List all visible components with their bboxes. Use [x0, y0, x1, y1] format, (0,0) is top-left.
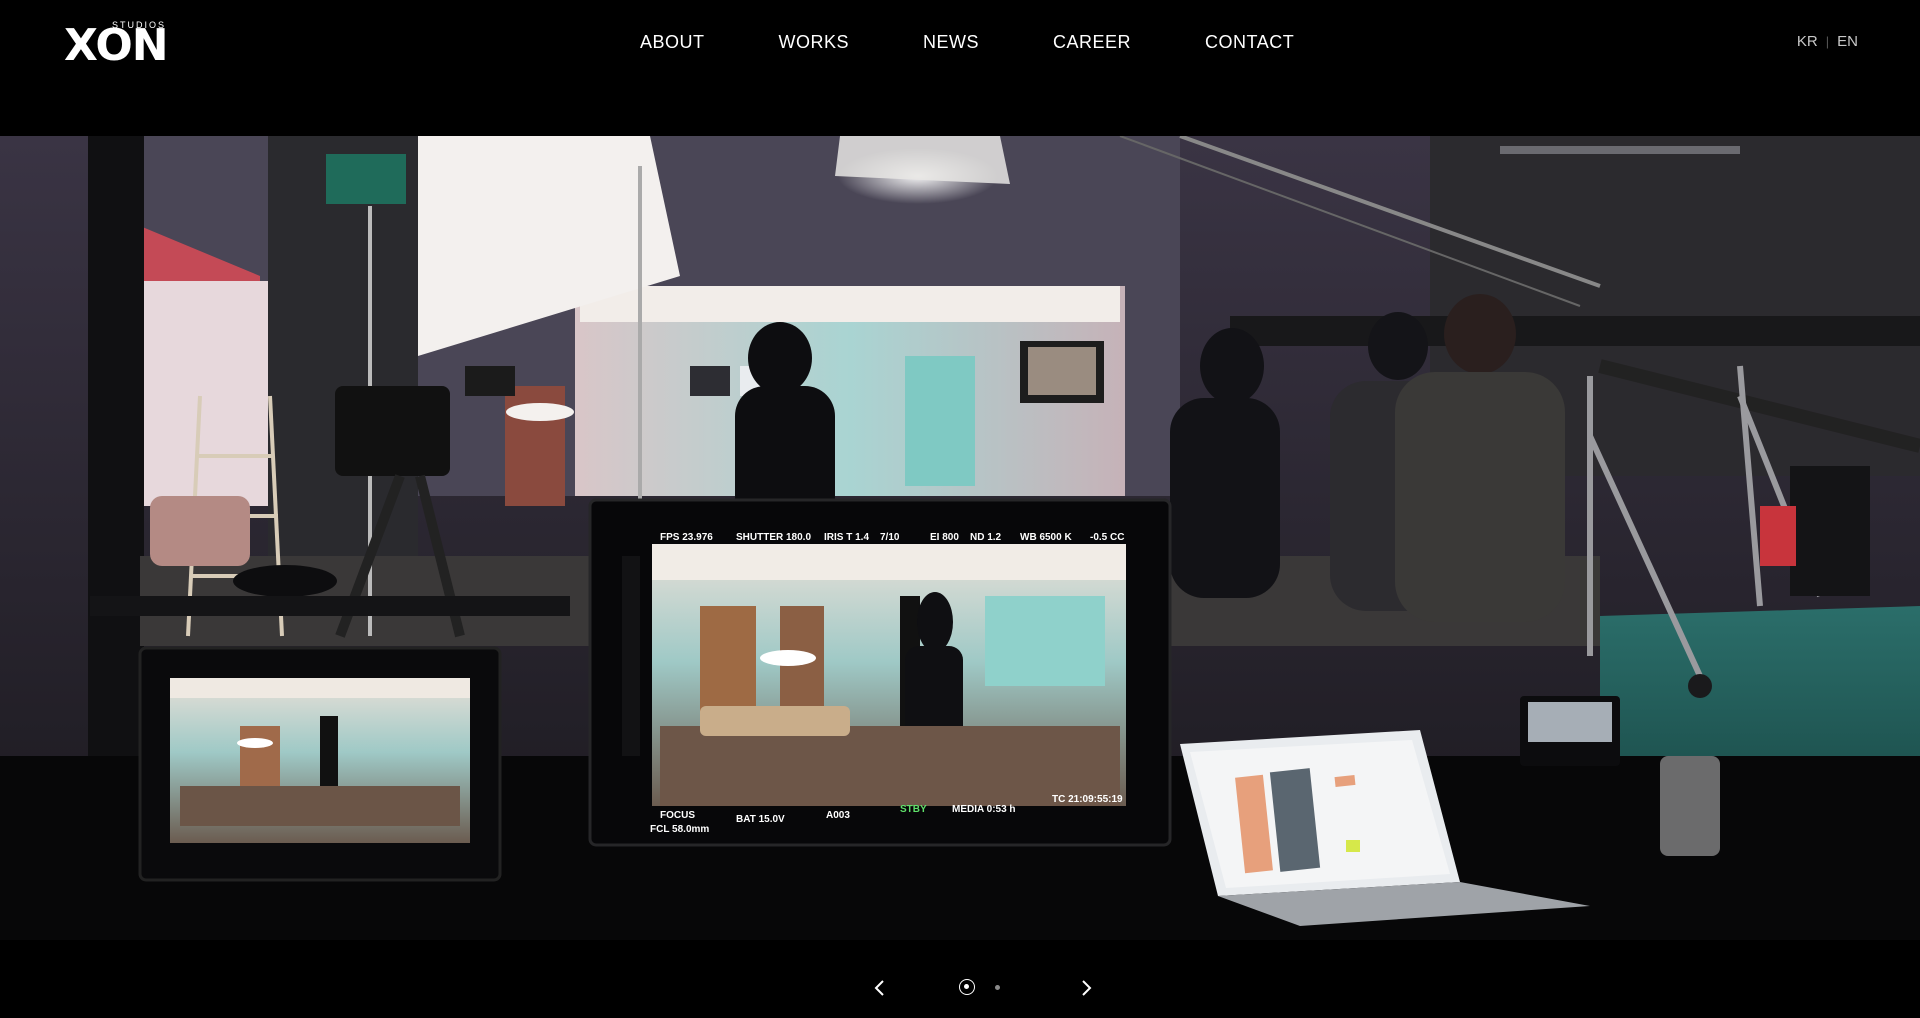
hud-focus: FOCUS [660, 810, 695, 821]
language-switcher: KR | EN [1797, 33, 1858, 50]
hud-nd: ND 1.2 [970, 532, 1002, 543]
hud-fcl: FCL 58.0mm [650, 824, 709, 835]
carousel-controls [0, 968, 1920, 1008]
site-header: STUDIOS XON ABOUT WORKS NEWS CAREER CONT… [0, 0, 1920, 136]
nav-news[interactable]: NEWS [923, 32, 979, 53]
logo-xon-text: XON [64, 20, 169, 71]
hud-clip: A003 [826, 810, 850, 821]
hud-stby: STBY [900, 804, 927, 815]
hud-fps: FPS 23.976 [660, 532, 713, 543]
film-set-image: FPS 23.976 SHUTTER 180.0 IRIS T 1.4 7/10… [0, 136, 1920, 940]
chevron-right-icon [1082, 980, 1092, 996]
carousel-dot-1[interactable] [959, 979, 975, 995]
carousel-dot-2[interactable] [995, 985, 1000, 990]
carousel-prev-button[interactable] [868, 976, 892, 1000]
hero-slide[interactable]: FPS 23.976 SHUTTER 180.0 IRIS T 1.4 7/10… [0, 136, 1920, 940]
nav-contact[interactable]: CONTACT [1205, 32, 1294, 53]
hud-iris: IRIS T 1.4 [824, 532, 869, 543]
hud-ei: EI 800 [930, 532, 959, 543]
lang-kr[interactable]: KR [1797, 33, 1818, 50]
hud-bat: BAT 15.0V [736, 814, 785, 825]
nav-career[interactable]: CAREER [1053, 32, 1131, 53]
main-nav: ABOUT WORKS NEWS CAREER CONTACT [640, 30, 1294, 54]
page: STUDIOS XON ABOUT WORKS NEWS CAREER CONT… [0, 0, 1920, 1018]
carousel-next-button[interactable] [1074, 976, 1098, 1000]
hud-tc: TC 21:09:55:19 [1052, 794, 1123, 805]
lang-separator: | [1825, 34, 1830, 49]
chevron-left-icon [874, 980, 884, 996]
xon-studios-logo[interactable]: STUDIOS XON [64, 20, 169, 71]
hud-shutter: SHUTTER 180.0 [736, 532, 811, 543]
lang-en[interactable]: EN [1837, 33, 1858, 50]
hud-media: MEDIA 0:53 h [952, 804, 1016, 815]
nav-works[interactable]: WORKS [779, 32, 850, 53]
hud-wb: WB 6500 K [1020, 532, 1072, 543]
hud-frac: 7/10 [880, 532, 900, 543]
hud-cc: -0.5 CC [1090, 532, 1124, 543]
nav-about[interactable]: ABOUT [640, 32, 705, 53]
